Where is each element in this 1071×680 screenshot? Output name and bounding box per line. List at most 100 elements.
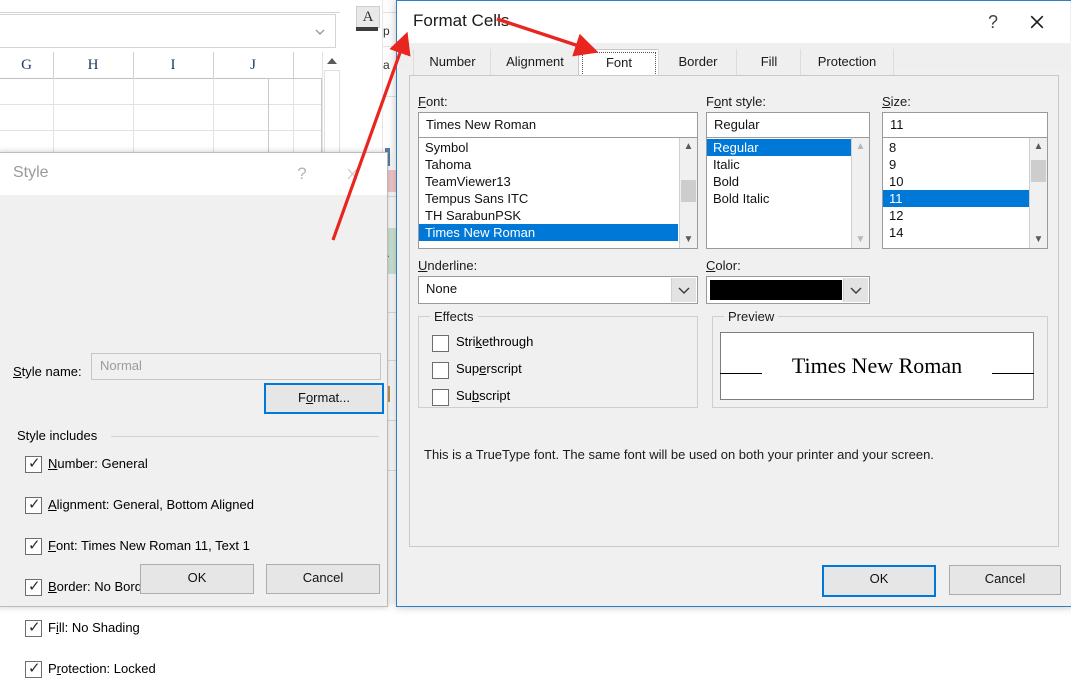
font-style-input[interactable]: Regular — [706, 112, 870, 138]
list-item[interactable]: 12 — [883, 207, 1034, 224]
format-cells-cancel-button[interactable]: Cancel — [949, 565, 1061, 595]
scroll-up-arrow-icon[interactable]: ▲ — [1030, 138, 1047, 155]
font-input-value: Times New Roman — [426, 117, 537, 132]
scroll-up-arrow-icon[interactable]: ▲ — [852, 138, 869, 155]
checkbox-box[interactable] — [432, 362, 449, 379]
checkbox-label: Font: Times New Roman 11, Text 1 — [48, 538, 250, 553]
tab-label: Border — [678, 54, 718, 69]
style-dialog-titlebar[interactable]: Style ? — [0, 153, 387, 195]
preview-text: Times New Roman — [791, 353, 963, 378]
column-header-i[interactable]: I — [133, 52, 214, 78]
scroll-up-arrow-icon[interactable] — [326, 56, 338, 66]
help-icon[interactable]: ? — [287, 162, 317, 186]
check-icon: ✓ — [28, 578, 41, 595]
list-item[interactable]: Symbol — [419, 139, 684, 156]
list-item[interactable]: 10 — [883, 173, 1034, 190]
check-icon: ✓ — [28, 455, 41, 472]
size-list-scrollbar[interactable]: ▲ ▼ — [1029, 138, 1047, 248]
font-color-button[interactable]: A — [352, 4, 392, 36]
format-button[interactable]: Format... — [264, 383, 384, 414]
tab-label: Fill — [760, 54, 778, 69]
column-header-j[interactable]: J — [213, 52, 294, 78]
format-cells-ok-button[interactable]: OK — [822, 565, 936, 597]
font-color-letter-a: A — [356, 6, 380, 28]
close-icon[interactable] — [1018, 7, 1056, 37]
size-value: 11 — [890, 117, 904, 132]
list-item[interactable]: TH SarabunPSK — [419, 207, 684, 224]
column-header-row: G H I J — [0, 52, 322, 79]
size-listbox[interactable]: 8 9 10 11 12 14 ▲ ▼ — [882, 137, 1048, 249]
tab-font[interactable]: Font — [578, 49, 660, 78]
font-label: Font: — [418, 94, 448, 109]
tab-protection[interactable]: Protection — [800, 49, 894, 76]
scroll-down-arrow-icon[interactable]: ▼ — [1030, 231, 1047, 248]
list-item-selected[interactable]: Times New Roman — [419, 224, 678, 241]
checkbox-label: Number: General — [48, 456, 148, 471]
format-cells-title: Format Cells — [413, 11, 510, 30]
checkbox-label: Superscript — [456, 361, 522, 376]
font-style-value: Regular — [714, 117, 760, 132]
format-cells-titlebar[interactable]: Format Cells ? — [397, 1, 1070, 43]
vertical-scrollbar-thumb[interactable] — [324, 70, 340, 160]
font-style-listbox[interactable]: Regular Italic Bold Bold Italic ▲ ▼ — [706, 137, 870, 249]
font-tab-panel: Font: Times New Roman Symbol Tahoma Team… — [409, 75, 1059, 547]
color-dropdown-button[interactable] — [843, 278, 868, 302]
list-item[interactable]: 14 — [883, 224, 1034, 241]
checkbox-box[interactable]: ✓ — [25, 455, 42, 473]
list-item[interactable]: Tempus Sans ITC — [419, 190, 684, 207]
underline-combobox[interactable]: None — [418, 276, 698, 304]
check-icon: ✓ — [28, 660, 41, 677]
list-item[interactable]: TeamViewer13 — [419, 173, 684, 190]
style-ok-button[interactable]: OK — [140, 564, 254, 594]
list-item-selected[interactable]: 11 — [883, 190, 1034, 207]
group-divider — [111, 436, 379, 437]
formula-bar[interactable] — [0, 14, 336, 48]
underline-value: None — [426, 281, 458, 296]
column-header-g[interactable]: G — [0, 52, 54, 78]
font-style-list-scrollbar[interactable]: ▲ ▼ — [851, 138, 869, 248]
font-list-scrollbar[interactable]: ▲ ▼ — [679, 138, 697, 248]
size-label: Size: — [882, 94, 911, 109]
check-icon: ✓ — [28, 537, 41, 554]
underline-dropdown-button[interactable] — [671, 278, 696, 302]
chevron-down-icon — [678, 287, 690, 294]
close-icon[interactable] — [335, 162, 369, 186]
style-includes-label: Style includes — [13, 428, 102, 443]
font-input[interactable]: Times New Roman — [418, 112, 698, 138]
list-item[interactable]: Tahoma — [419, 156, 684, 173]
color-combobox[interactable] — [706, 276, 870, 304]
scrollbar-thumb[interactable] — [1031, 160, 1046, 182]
checkbox-box[interactable]: ✓ — [25, 537, 42, 555]
list-item[interactable]: Bold Italic — [707, 190, 856, 207]
truetype-message: This is a TrueType font. The same font w… — [424, 447, 934, 462]
scroll-down-arrow-icon[interactable]: ▼ — [680, 231, 697, 248]
checkbox-box[interactable]: ✓ — [25, 660, 42, 678]
column-header-h[interactable]: H — [53, 52, 134, 78]
scroll-down-arrow-icon[interactable]: ▼ — [852, 231, 869, 248]
font-listbox[interactable]: Symbol Tahoma TeamViewer13 Tempus Sans I… — [418, 137, 698, 249]
checkbox-box[interactable] — [432, 389, 449, 406]
checkbox-box[interactable]: ✓ — [25, 578, 42, 596]
list-item[interactable]: 8 — [883, 139, 1034, 156]
checkbox-box[interactable]: ✓ — [25, 619, 42, 637]
checkbox-box[interactable]: ✓ — [25, 496, 42, 514]
tab-number[interactable]: Number — [413, 49, 492, 76]
checkbox-label: Alignment: General, Bottom Aligned — [48, 497, 254, 512]
style-cancel-button[interactable]: Cancel — [266, 564, 380, 594]
scroll-up-arrow-icon[interactable]: ▲ — [680, 138, 697, 155]
style-name-input[interactable]: Normal — [91, 353, 381, 380]
size-input[interactable]: 11 — [882, 112, 1048, 138]
checkbox-label: Fill: No Shading — [48, 620, 140, 635]
tab-fill[interactable]: Fill — [736, 49, 802, 76]
list-item[interactable]: Italic — [707, 156, 856, 173]
tab-border[interactable]: Border — [658, 49, 738, 76]
list-item[interactable]: Bold — [707, 173, 856, 190]
scrollbar-thumb[interactable] — [681, 180, 696, 202]
tab-alignment[interactable]: Alignment — [490, 49, 580, 76]
list-item[interactable]: 9 — [883, 156, 1034, 173]
help-icon[interactable]: ? — [978, 9, 1008, 35]
chevron-down-icon[interactable] — [313, 25, 327, 39]
list-item-selected[interactable]: Regular — [707, 139, 851, 156]
checkbox-box[interactable] — [432, 335, 449, 352]
color-swatch[interactable] — [710, 280, 842, 300]
